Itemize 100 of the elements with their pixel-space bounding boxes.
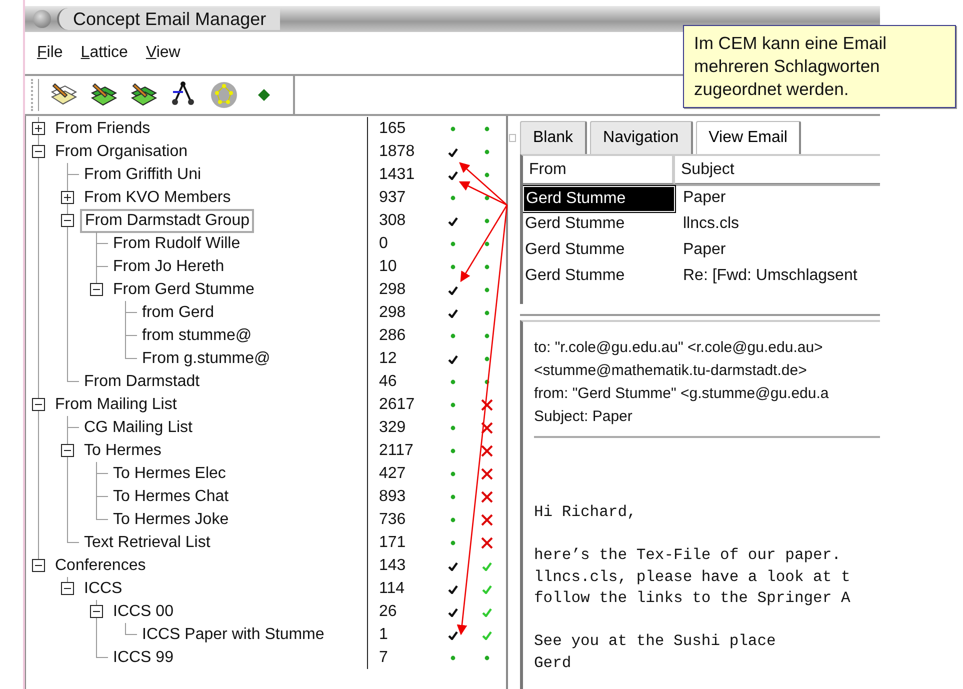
menu-item[interactable]: View <box>146 41 180 65</box>
splitter-handle[interactable] <box>509 134 516 142</box>
subject-cell[interactable]: Paper <box>675 238 880 264</box>
email-count: 937 <box>378 188 407 208</box>
subject-cell[interactable]: Re: [Fwd: Umschlagsent <box>675 264 880 290</box>
email-count: 2117 <box>378 441 414 461</box>
dot-icon <box>450 332 456 338</box>
email-count: 46 <box>378 372 398 392</box>
tree-item[interactable]: From KVO Members <box>80 186 235 208</box>
collapse-toggle[interactable] <box>90 605 103 618</box>
dot-icon <box>484 194 490 200</box>
tab[interactable]: Navigation <box>590 121 693 154</box>
tree-item[interactable]: From Friends <box>51 118 154 140</box>
tick-icon <box>482 584 492 594</box>
email-count: 12 <box>378 349 398 369</box>
tree-item[interactable]: From Organisation <box>51 140 192 162</box>
column-header[interactable]: Subject <box>675 156 880 184</box>
tree-item[interactable]: From Gerd Stumme <box>109 278 258 300</box>
sender-cell[interactable]: Gerd Stumme <box>523 186 675 212</box>
email-body-line: Gerd <box>534 652 572 674</box>
tree-item[interactable]: ICCS Paper with Stumme <box>138 624 328 646</box>
tree-item[interactable]: ICCS 99 <box>109 646 178 668</box>
window-title: Concept Email Manager <box>57 8 280 30</box>
tree-item[interactable]: To Hermes Chat <box>109 486 233 508</box>
tab[interactable]: View Email <box>696 121 802 154</box>
tree-item[interactable]: From Mailing List <box>51 394 181 416</box>
dot-icon <box>484 310 490 316</box>
tree-item[interactable]: To Hermes <box>80 440 166 462</box>
tick-icon <box>482 606 492 616</box>
email-count: 736 <box>378 510 407 530</box>
collapse-toggle[interactable] <box>61 582 74 595</box>
sender-cell[interactable]: Gerd Stumme <box>523 212 675 238</box>
dot-icon <box>484 356 490 362</box>
email-body-line: Hi Richard, <box>534 502 638 523</box>
tree-item[interactable]: From Jo Hereth <box>109 256 228 278</box>
email-count: 286 <box>378 326 407 346</box>
cross-icon <box>481 536 493 548</box>
tick-icon <box>448 560 458 570</box>
tick-icon <box>448 354 458 364</box>
collapse-toggle[interactable] <box>32 398 45 411</box>
email-count: 171 <box>378 533 407 553</box>
dot-icon <box>450 654 456 660</box>
dot-icon <box>450 540 456 546</box>
tab[interactable]: Blank <box>520 121 588 154</box>
expand-toggle[interactable] <box>61 191 74 204</box>
dot-icon <box>484 654 490 660</box>
cross-icon <box>481 444 493 456</box>
node-circle-icon[interactable] <box>209 80 239 110</box>
tick-icon <box>448 630 458 640</box>
cross-icon <box>481 422 493 434</box>
email-count: 143 <box>378 556 407 576</box>
dot-icon <box>484 148 490 154</box>
tree-item[interactable]: From Darmstadt <box>80 370 204 392</box>
email-count: 2617 <box>378 395 416 415</box>
menu-item[interactable]: File <box>37 41 63 65</box>
tree-item[interactable]: Conferences <box>51 554 150 576</box>
tree-item[interactable]: From Darmstadt Group <box>80 208 254 232</box>
sender-cell[interactable]: Gerd Stumme <box>523 238 675 264</box>
email-count: 1 <box>378 625 389 645</box>
collapse-toggle[interactable] <box>61 214 74 227</box>
email-count: 329 <box>378 418 407 438</box>
email-header-line: from: "Gerd Stumme" <g.stumme@gu.edu.a <box>534 384 830 404</box>
tree-item[interactable]: From Griffith Uni <box>80 164 206 186</box>
tick-icon <box>448 146 458 156</box>
tree-item[interactable]: ICCS <box>80 578 126 600</box>
tree-item[interactable]: To Hermes Joke <box>109 508 233 530</box>
subject-cell[interactable]: llncs.cls <box>675 212 880 238</box>
tick-icon <box>482 630 492 640</box>
dot-icon <box>484 264 490 270</box>
cross-icon <box>481 514 493 526</box>
tick-icon <box>448 284 458 294</box>
tree-item[interactable]: ICCS 00 <box>109 600 178 622</box>
email-count: 308 <box>378 211 407 231</box>
tree-item[interactable]: Text Retrieval List <box>80 532 214 554</box>
collapse-toggle[interactable] <box>61 444 74 457</box>
toolbar-grip[interactable] <box>31 79 39 111</box>
tree-item[interactable]: From g.stumme@ <box>138 348 274 370</box>
email-count: 298 <box>378 303 407 323</box>
tree-item[interactable]: CG Mailing List <box>80 416 196 438</box>
collapse-toggle[interactable] <box>32 145 45 158</box>
dot-icon <box>450 516 456 522</box>
tree-item[interactable]: from stumme@ <box>138 324 256 346</box>
tree-item[interactable]: from Gerd <box>138 302 218 324</box>
tick-icon <box>482 560 492 570</box>
menu-item[interactable]: Lattice <box>80 41 128 65</box>
dot-icon <box>450 448 456 454</box>
tick-icon <box>448 606 458 616</box>
email-body-line: here’s the Tex-File of our paper. <box>534 545 842 566</box>
email-count: 26 <box>378 602 398 622</box>
subject-cell[interactable]: Paper <box>675 186 880 212</box>
tree-item[interactable]: To Hermes Elec <box>109 462 230 484</box>
tick-icon <box>448 170 458 180</box>
collapse-toggle[interactable] <box>32 559 45 572</box>
dot-icon <box>450 264 456 270</box>
tree-item[interactable]: From Rudolf Wille <box>109 232 244 254</box>
email-body-line: llncs.cls, please have a look at t <box>534 566 852 588</box>
sender-cell[interactable]: Gerd Stumme <box>523 264 675 290</box>
email-header-line: <stumme@mathematik.tu-darmstadt.de> <box>534 361 808 381</box>
expand-toggle[interactable] <box>32 122 45 135</box>
collapse-toggle[interactable] <box>90 283 103 296</box>
